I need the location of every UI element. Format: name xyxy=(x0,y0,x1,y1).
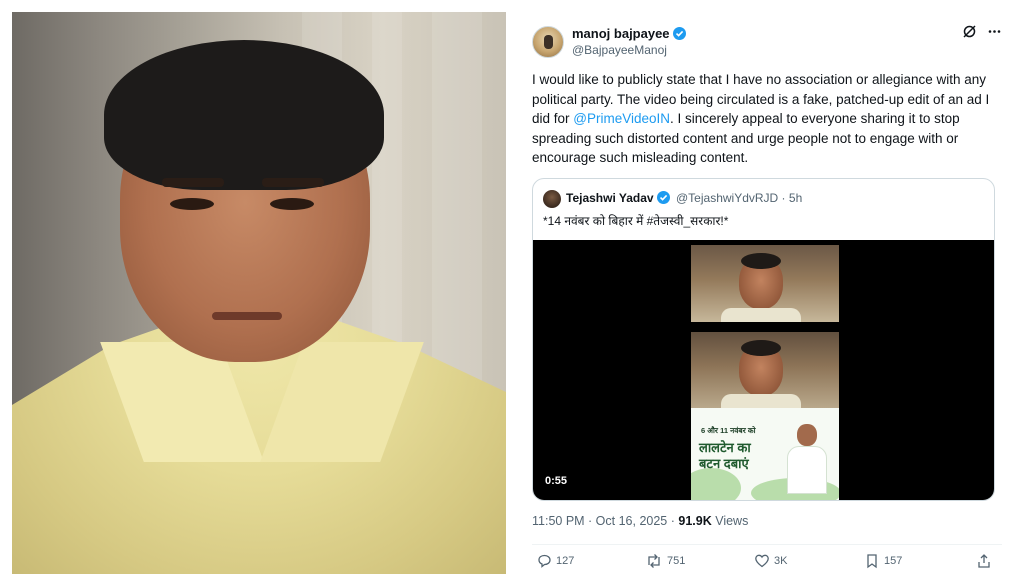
campaign-poster: 6 और 11 नवंबर को लालटेन का बटन दबाएं xyxy=(691,408,839,500)
grok-icon[interactable] xyxy=(962,24,977,43)
share-icon xyxy=(978,554,990,568)
views-count: 91.9K xyxy=(678,514,712,528)
tweet-top-actions xyxy=(962,24,1002,43)
quote-text: *14 नवंबर को बिहार में #तेजस्वी_सरकार!* xyxy=(543,214,729,228)
more-icon[interactable] xyxy=(987,24,1002,43)
quoted-tweet[interactable]: Tejashwi Yadav @TejashwiYdvRJD · 5h *14 … xyxy=(532,178,995,501)
verified-badge-icon xyxy=(656,191,670,204)
quote-author-name[interactable]: Tejashwi Yadav xyxy=(566,191,670,205)
bookmark-button[interactable]: 157 xyxy=(864,553,902,569)
quote-time[interactable]: 5h xyxy=(789,191,802,205)
like-button[interactable]: 3K xyxy=(754,553,787,569)
tweet-card: manoj bajpayee @BajpayeeManoj I would li… xyxy=(520,12,1014,574)
poster-line-2: बटन दबाएं xyxy=(699,456,749,471)
mention-link[interactable]: @PrimeVideoIN xyxy=(573,111,670,126)
author-avatar[interactable] xyxy=(532,26,564,58)
quote-author-avatar[interactable] xyxy=(543,190,561,208)
verified-badge-icon xyxy=(672,27,686,40)
action-bar: 127 751 3K 157 xyxy=(532,553,996,573)
bookmark-icon xyxy=(867,554,877,569)
reply-icon xyxy=(538,554,551,568)
tweet-body: I would like to publicly state that I ha… xyxy=(532,72,990,166)
video-duration: 0:55 xyxy=(545,475,568,487)
author-name[interactable]: manoj bajpayee xyxy=(572,26,686,41)
divider xyxy=(532,544,1002,545)
screenshot-root: manoj bajpayee @BajpayeeManoj I would li… xyxy=(0,0,1024,585)
repost-button[interactable]: 751 xyxy=(645,553,685,569)
quote-meta: @TejashwiYdvRJD · 5h xyxy=(676,191,803,205)
heart-icon xyxy=(755,554,769,568)
video-frame xyxy=(691,332,839,408)
quote-handle[interactable]: @TejashwiYdvRJD xyxy=(676,191,778,205)
poster-small-text: 6 और 11 नवंबर को xyxy=(701,426,756,435)
repost-icon xyxy=(648,554,660,568)
tweet-timestamp: 11:50 PM · Oct 16, 2025 · 91.9K Views xyxy=(532,514,749,528)
video-player[interactable]: 6 और 11 नवंबर को लालटेन का बटन दबाएं 0:5… xyxy=(533,240,994,500)
timestamp-link[interactable]: 11:50 PM · Oct 16, 2025 · xyxy=(532,514,678,528)
video-frame xyxy=(691,245,839,322)
author-handle[interactable]: @BajpayeeManoj xyxy=(572,43,667,57)
reply-button[interactable]: 127 xyxy=(536,553,574,569)
share-button[interactable] xyxy=(976,553,992,569)
portrait-photo xyxy=(12,12,506,574)
